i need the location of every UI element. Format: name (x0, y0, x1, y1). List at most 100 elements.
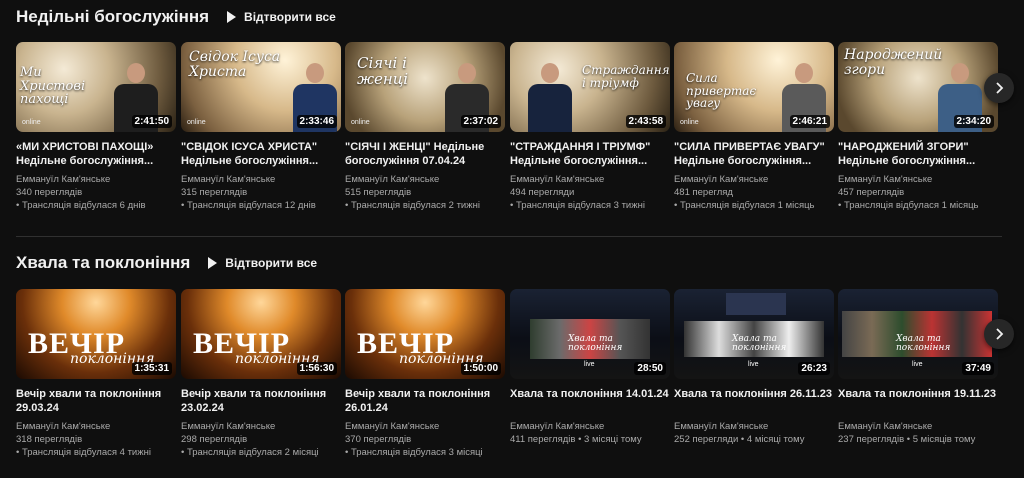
shelf-title[interactable]: Недільні богослужіння (16, 7, 209, 27)
channel-name[interactable]: Еммануїл Кам'янське (510, 173, 670, 186)
video-thumbnail[interactable]: Хвала та поклоніння live 26:23 (674, 289, 834, 379)
stream-time: • Трансляція відбулася 4 тижні (16, 447, 151, 458)
video-title[interactable]: "СИЛА ПРИВЕРТАЄ УВАГУ" Недільне богослуж… (674, 140, 834, 168)
play-all-label: Відтворити все (225, 256, 318, 270)
stage-screen (726, 293, 786, 315)
video-thumbnail[interactable]: Хвала та поклоніння live 37:49 (838, 289, 998, 379)
video-thumbnail[interactable]: Народжений згори 2:34:20 (838, 42, 998, 132)
video-card[interactable]: ВЕЧІР поклоніння 1:35:31 Вечір хвали та … (16, 289, 176, 459)
stream-time-text: Трансляція відбулася 1 місяць (679, 200, 815, 211)
stream-time-text: Трансляція відбулася 2 місяці (186, 447, 319, 458)
shelf-header: Недільні богослужіння Відтворити все (16, 3, 1008, 31)
video-title[interactable]: Хвала та поклоніння 14.01.24 (510, 387, 670, 415)
channel-name[interactable]: Еммануїл Кам'янське (181, 173, 341, 186)
stream-time: • Трансляція відбулася 2 тижні (345, 200, 480, 211)
stream-time-text: Трансляція відбулася 3 тижні (515, 200, 645, 211)
shelf-divider (16, 236, 1002, 237)
thumbnail-logo-text: Хвала та поклоніння (568, 334, 623, 353)
play-icon (208, 257, 218, 269)
shelf-title[interactable]: Хвала та поклоніння (16, 253, 190, 273)
preacher-figure (528, 63, 572, 132)
chevron-right-icon (996, 82, 1004, 94)
video-thumbnail[interactable]: Свідок Ісуса Христа online 2:33:46 (181, 42, 341, 132)
view-count: 252 перегляди (674, 434, 739, 445)
video-duration: 28:50 (634, 362, 666, 375)
video-card[interactable]: ВЕЧІР поклоніння 1:50:00 Вечір хвали та … (345, 289, 505, 459)
shelf-sunday-services: Недільні богослужіння Відтворити все (16, 3, 1008, 31)
view-count: 298 переглядів (181, 434, 248, 445)
video-title[interactable]: "НАРОДЖЕНИЙ ЗГОРИ" Недільне богослужіння… (838, 140, 998, 168)
chevron-right-icon (996, 328, 1004, 340)
upload-time: 3 місяці тому (584, 434, 642, 445)
video-duration: 1:35:31 (131, 362, 172, 375)
thumbnail-tag: online (187, 119, 206, 126)
video-card[interactable]: Ми Христові пахощі online 2:41:50 «МИ ХР… (16, 42, 176, 212)
stream-time: • Трансляція відбулася 12 днів (181, 200, 316, 211)
channel-name[interactable]: Еммануїл Кам'янське (345, 173, 505, 186)
video-card[interactable]: Сила привертає увагу online 2:46:21 "СИЛ… (674, 42, 834, 212)
stream-time-text: Трансляція відбулася 1 місяць (843, 200, 979, 211)
video-thumbnail[interactable]: Сила привертає увагу online 2:46:21 (674, 42, 834, 132)
video-card[interactable]: Сіячі і женці online 2:37:02 "СІЯЧІ І ЖЕ… (345, 42, 505, 212)
stream-time-text: Трансляція відбулася 3 місяці (350, 447, 483, 458)
video-row: Ми Христові пахощі online 2:41:50 «МИ ХР… (16, 42, 1008, 242)
video-card[interactable]: Свідок Ісуса Христа online 2:33:46 "СВІД… (181, 42, 341, 212)
stream-time-text: Трансляція відбулася 12 днів (186, 200, 316, 211)
video-thumbnail[interactable]: Страждання і тріумф 2:43:58 (510, 42, 670, 132)
video-duration: 2:34:20 (953, 115, 994, 128)
view-count: 411 переглядів (510, 434, 576, 445)
channel-name[interactable]: Еммануїл Кам'янське (181, 420, 341, 433)
video-title[interactable]: "СТРАЖДАННЯ І ТРІУМФ" Недільне богослужі… (510, 140, 670, 168)
video-row: ВЕЧІР поклоніння 1:35:31 Вечір хвали та … (16, 289, 1008, 478)
video-thumbnail[interactable]: ВЕЧІР поклоніння 1:35:31 (16, 289, 176, 379)
video-title[interactable]: "СІЯЧІ І ЖЕНЦІ" Недільне богослужіння 07… (345, 140, 505, 168)
video-card[interactable]: Хвала та поклоніння live 26:23 Хвала та … (674, 289, 834, 446)
play-all-button[interactable]: Відтворити все (208, 256, 317, 270)
view-count: 315 переглядів (181, 187, 248, 198)
video-duration: 26:23 (798, 362, 830, 375)
video-title[interactable]: "СВІДОК ІСУСА ХРИСТА" Недільне богослужі… (181, 140, 341, 168)
video-thumbnail[interactable]: ВЕЧІР поклоніння 1:50:00 (345, 289, 505, 379)
view-count: 494 перегляди (510, 187, 575, 198)
video-card[interactable]: ВЕЧІР поклоніння 1:56:30 Вечір хвали та … (181, 289, 341, 459)
video-title[interactable]: Хвала та поклоніння 19.11.23 (838, 387, 998, 415)
channel-name[interactable]: Еммануїл Кам'янське (838, 420, 998, 433)
video-card[interactable]: Страждання і тріумф 2:43:58 "СТРАЖДАННЯ … (510, 42, 670, 212)
video-duration: 2:41:50 (131, 115, 172, 128)
shelf-next-button[interactable] (984, 73, 1014, 103)
video-stats: 237 переглядів • 5 місяців тому (838, 434, 976, 445)
video-card[interactable]: Народжений згори 2:34:20 "НАРОДЖЕНИЙ ЗГО… (838, 42, 998, 212)
video-thumbnail[interactable]: Ми Христові пахощі online 2:41:50 (16, 42, 176, 132)
video-title[interactable]: «МИ ХРИСТОВІ ПАХОЩІ» Недільне богослужін… (16, 140, 176, 168)
thumbnail-logo-text: Хвала та поклоніння (896, 334, 951, 353)
channel-name[interactable]: Еммануїл Кам'янське (16, 420, 176, 433)
video-title[interactable]: Вечір хвали та поклоніння 23.02.24 (181, 387, 341, 415)
stream-time: • Трансляція відбулася 1 місяць (674, 200, 815, 211)
view-count: 318 переглядів (16, 434, 83, 445)
video-thumbnail[interactable]: ВЕЧІР поклоніння 1:56:30 (181, 289, 341, 379)
video-duration: 2:43:58 (625, 115, 666, 128)
stream-time: • Трансляція відбулася 3 місяці (345, 447, 483, 458)
channel-name[interactable]: Еммануїл Кам'янське (674, 173, 834, 186)
shelf-next-button[interactable] (984, 319, 1014, 349)
video-card[interactable]: Хвала та поклоніння live 28:50 Хвала та … (510, 289, 670, 446)
stream-time-text: Трансляція відбулася 6 днів (21, 200, 146, 211)
stream-time: • Трансляція відбулася 2 місяці (181, 447, 319, 458)
video-thumbnail[interactable]: Сіячі і женці online 2:37:02 (345, 42, 505, 132)
channel-name[interactable]: Еммануїл Кам'янське (674, 420, 834, 433)
video-title[interactable]: Вечір хвали та поклоніння 29.03.24 (16, 387, 176, 415)
video-title[interactable]: Хвала та поклоніння 26.11.23 (674, 387, 834, 415)
channel-name[interactable]: Еммануїл Кам'янське (510, 420, 670, 433)
play-all-button[interactable]: Відтворити все (227, 10, 336, 24)
video-title[interactable]: Вечір хвали та поклоніння 26.01.24 (345, 387, 505, 415)
channel-name[interactable]: Еммануїл Кам'янське (838, 173, 998, 186)
video-duration: 2:37:02 (460, 115, 501, 128)
channel-name[interactable]: Еммануїл Кам'янське (16, 173, 176, 186)
video-card[interactable]: Хвала та поклоніння live 37:49 Хвала та … (838, 289, 998, 446)
channel-name[interactable]: Еммануїл Кам'янське (345, 420, 505, 433)
thumbnail-live-text: live (748, 361, 759, 368)
play-all-label: Відтворити все (244, 10, 336, 24)
thumbnail-title-text: Сіячі і женці (357, 54, 409, 88)
thumbnail-live-text: live (912, 361, 923, 368)
video-thumbnail[interactable]: Хвала та поклоніння live 28:50 (510, 289, 670, 379)
